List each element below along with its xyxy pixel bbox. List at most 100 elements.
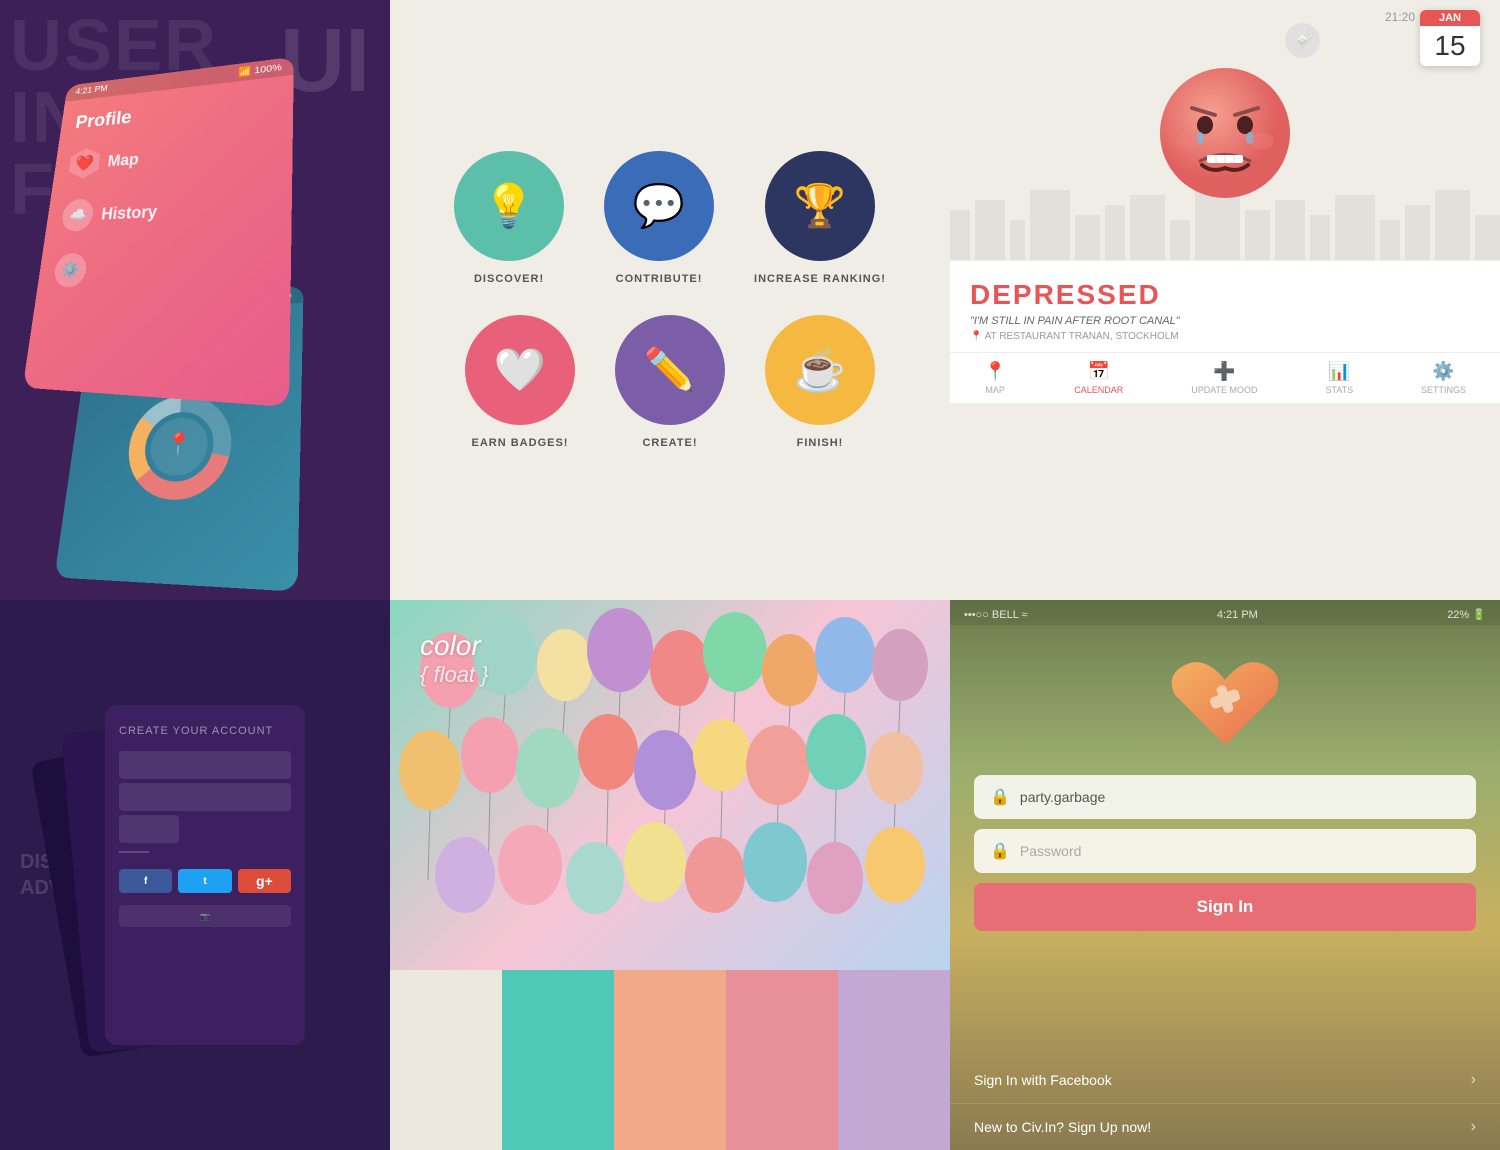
trophy-icon: 🏆 bbox=[794, 182, 846, 231]
dark-extra-row: 📷 bbox=[119, 905, 291, 927]
svg-text:📍: 📍 bbox=[165, 431, 193, 457]
heart-icon: 🤍 bbox=[494, 346, 546, 395]
swatch-lavender bbox=[838, 970, 950, 1150]
dark-social-row: f t g+ bbox=[105, 861, 305, 901]
calendar-widget: JAN 15 bbox=[1420, 10, 1480, 66]
lock-icon: 🔒 bbox=[990, 787, 1010, 807]
battery-percent: 22% bbox=[1447, 609, 1469, 621]
center-bottom-panel: color { float } bbox=[390, 600, 950, 1150]
icons-row-2: 🤍 EARN BADGES! ✏️ CREATE! ☕ FINISH! bbox=[465, 315, 875, 449]
update-mood-icon: ➕ bbox=[1213, 361, 1235, 382]
create-account-label: CREATE YOUR ACCOUNT bbox=[105, 705, 305, 747]
location-pin-icon: 📍 bbox=[970, 331, 982, 342]
swatch-pink bbox=[726, 970, 838, 1150]
quote-text: "I'M STILL IN PAIN AFTER ROOT CANAL" bbox=[970, 315, 1480, 327]
float-text: { float } bbox=[420, 662, 489, 688]
badges-icon-item: 🤍 EARN BADGES! bbox=[465, 315, 575, 449]
nav-update-mood[interactable]: ➕ UPDATE MOOD bbox=[1191, 361, 1257, 395]
finish-circle: ☕ bbox=[765, 315, 875, 425]
stats-icon: 📊 bbox=[1328, 361, 1350, 382]
map-nav-label: MAP bbox=[985, 385, 1005, 395]
settings-nav-label: SETTINGS bbox=[1421, 385, 1466, 395]
face-svg bbox=[1150, 53, 1300, 203]
username-field[interactable]: 🔒 party.garbage bbox=[974, 775, 1476, 819]
nav-stats[interactable]: 📊 STATS bbox=[1325, 361, 1353, 395]
calendar-nav-label: CALENDAR bbox=[1074, 385, 1123, 395]
map-nav-icon: 📍 bbox=[984, 361, 1006, 382]
face-section: JAN 15 21:20 🩹 bbox=[950, 0, 1500, 260]
discover-circle: 💡 bbox=[454, 151, 564, 261]
badges-label: EARN BADGES! bbox=[472, 437, 569, 449]
cup-icon: ☕ bbox=[794, 346, 846, 395]
settings-nav-icon: ⚙️ bbox=[1432, 361, 1454, 382]
username-value: party.garbage bbox=[1020, 789, 1105, 805]
calendar-nav-icon: 📅 bbox=[1088, 361, 1110, 382]
password-field[interactable]: 🔒 Password bbox=[974, 829, 1476, 873]
map-hex-icon: ❤️ bbox=[68, 147, 101, 179]
sign-in-facebook-row[interactable]: Sign In with Facebook › bbox=[950, 1057, 1500, 1104]
finish-icon-item: ☕ FINISH! bbox=[765, 315, 875, 449]
dark-input-1[interactable] bbox=[119, 751, 291, 779]
time-label: 4:21 PM bbox=[75, 84, 109, 98]
settings-icon: ⚙️ bbox=[53, 253, 88, 287]
dark-input-3[interactable] bbox=[119, 815, 179, 843]
instagram-icon: 📷 bbox=[200, 912, 210, 921]
ranking-icon-item: 🏆 INCREASE RANKING! bbox=[754, 151, 886, 285]
carrier-signal: •••○○ BELL ≈ bbox=[964, 609, 1028, 621]
login-status-bar: •••○○ BELL ≈ 4:21 PM 22% 🔋 bbox=[950, 600, 1500, 625]
chat-icon: 💬 bbox=[633, 182, 685, 231]
battery-status: 22% 🔋 bbox=[1447, 608, 1486, 621]
pencil-icon: ✏️ bbox=[644, 346, 696, 395]
sign-in-facebook-text: Sign In with Facebook bbox=[974, 1072, 1112, 1088]
status-time: 4:21 PM bbox=[1217, 609, 1258, 621]
discover-label: DISCOVER! bbox=[474, 273, 544, 285]
chevron-right-icon: › bbox=[1471, 1071, 1476, 1089]
status-word: DEPRESSED bbox=[970, 279, 1480, 311]
calendar-day: 15 bbox=[1420, 26, 1480, 66]
icons-row-1: 💡 DISCOVER! 💬 CONTRIBUTE! 🏆 INCREASE RAN… bbox=[454, 151, 886, 285]
contribute-icon-item: 💬 CONTRIBUTE! bbox=[604, 151, 714, 285]
dep-navigation: 📍 MAP 📅 CALENDAR ➕ UPDATE MOOD 📊 STATS ⚙… bbox=[950, 352, 1500, 403]
sign-up-text: New to Civ.In? Sign Up now! bbox=[974, 1119, 1151, 1135]
twitter-btn[interactable]: t bbox=[178, 869, 231, 893]
calendar-month: JAN bbox=[1420, 10, 1480, 26]
stats-label: STATS bbox=[1325, 385, 1353, 395]
swatch-cream bbox=[390, 970, 502, 1150]
sign-in-button[interactable]: Sign In bbox=[974, 883, 1476, 931]
ranking-label: INCREASE RANKING! bbox=[754, 273, 886, 285]
password-lock-icon: 🔒 bbox=[990, 841, 1010, 861]
nav-map[interactable]: 📍 MAP bbox=[984, 361, 1006, 395]
dark-divider bbox=[119, 851, 149, 853]
dark-ui-panel: DISCOVER NEWADVENTURES CREATE YOUR ACCOU… bbox=[0, 600, 390, 1150]
update-mood-label: UPDATE MOOD bbox=[1191, 385, 1257, 395]
balloons-overlay-text: color { float } bbox=[420, 630, 489, 688]
history-circle-icon: ☁️ bbox=[60, 198, 94, 231]
balloons-section: color { float } bbox=[390, 600, 950, 970]
badges-circle: 🤍 bbox=[465, 315, 575, 425]
dark-input-2[interactable] bbox=[119, 783, 291, 811]
nav-calendar[interactable]: 📅 CALENDAR bbox=[1074, 361, 1123, 395]
nav-settings[interactable]: ⚙️ SETTINGS bbox=[1421, 361, 1466, 395]
settings-menu-item: ⚙️ bbox=[36, 237, 292, 302]
sign-up-row[interactable]: New to Civ.In? Sign Up now! › bbox=[950, 1104, 1500, 1150]
create-icon-item: ✏️ CREATE! bbox=[615, 315, 725, 449]
login-app-panel: •••○○ BELL ≈ 4:21 PM 22% 🔋 🔒 party.garba… bbox=[950, 600, 1500, 1150]
ui-label: UI bbox=[280, 10, 370, 113]
color-text: color bbox=[420, 630, 489, 662]
discover-icon-item: 💡 DISCOVER! bbox=[454, 151, 564, 285]
swatch-peach bbox=[614, 970, 726, 1150]
swatch-teal bbox=[502, 970, 614, 1150]
location-text: 📍 AT RESTAURANT TRANAN, STOCKHOLM bbox=[970, 331, 1480, 342]
ranking-circle: 🏆 bbox=[765, 151, 875, 261]
depressed-app-panel: JAN 15 21:20 🩹 bbox=[950, 0, 1500, 600]
card-main: CREATE YOUR ACCOUNT f t g+ 📷 bbox=[105, 705, 305, 1045]
finish-label: FINISH! bbox=[797, 437, 844, 449]
pink-phone-card: 4:21 PM 📶 100% Profile ❤️ Map ☁️ History… bbox=[23, 57, 294, 407]
sad-face: 🩹 bbox=[1150, 53, 1300, 208]
bandage-bubble: 🩹 bbox=[1285, 23, 1320, 58]
create-circle: ✏️ bbox=[615, 315, 725, 425]
lightbulb-icon: 💡 bbox=[483, 182, 535, 231]
facebook-btn[interactable]: f bbox=[119, 869, 172, 893]
password-placeholder: Password bbox=[1020, 843, 1081, 859]
google-btn[interactable]: g+ bbox=[238, 869, 291, 893]
